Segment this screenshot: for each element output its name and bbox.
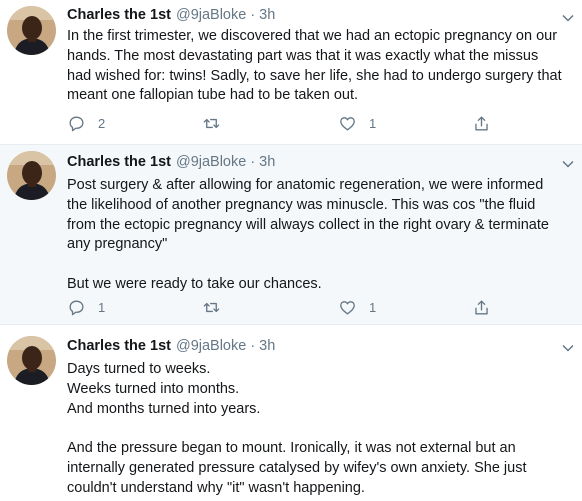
tweet-line: internally generated pressure catalysed … xyxy=(67,459,527,476)
user-handle[interactable]: @9jaBloke xyxy=(176,7,246,23)
user-handle[interactable]: @9jaBloke xyxy=(176,154,246,170)
separator: · xyxy=(250,154,256,170)
avatar[interactable] xyxy=(7,151,56,200)
share-icon xyxy=(475,116,488,131)
separator: · xyxy=(250,7,256,23)
tweet-line: And the pressure began to mount. Ironica… xyxy=(67,440,516,457)
reply-button[interactable]: 2 xyxy=(67,114,105,133)
tweet-line: the likelihood of another pregnancy was … xyxy=(67,196,536,213)
timestamp[interactable]: 3h xyxy=(259,338,275,354)
chevron-down-icon[interactable] xyxy=(562,344,574,352)
tweet-line: any pregnancy" xyxy=(67,236,168,253)
retweet-button[interactable] xyxy=(202,298,221,317)
share-button[interactable] xyxy=(472,114,491,133)
display-name[interactable]: Charles the 1st xyxy=(67,7,171,23)
tweet-text: Days turned to weeks. Weeks turned into … xyxy=(67,360,579,499)
reply-count: 1 xyxy=(98,300,106,315)
tweet-header: Charles the 1st @9jaBloke · 3h xyxy=(67,338,572,354)
like-count: 1 xyxy=(369,300,377,315)
tweet[interactable]: Charles the 1st @9jaBloke · 3h Days turn… xyxy=(0,324,582,501)
tweet[interactable]: Charles the 1st @9jaBloke · 3h In the fi… xyxy=(0,0,582,144)
reply-button[interactable]: 1 xyxy=(67,298,105,317)
separator: · xyxy=(250,338,256,354)
tweet-line: meant one fallopian tube had to be taken… xyxy=(67,87,359,104)
tweet-line: had wished for: twins! Sadly, to save he… xyxy=(67,67,562,84)
reply-count: 2 xyxy=(98,116,106,131)
tweet-line: And months turned into years. xyxy=(67,400,261,417)
tweet-line: Post surgery & after allowing for anatom… xyxy=(67,177,544,193)
timestamp[interactable]: 3h xyxy=(259,7,275,23)
user-handle[interactable]: @9jaBloke xyxy=(176,338,246,354)
timestamp[interactable]: 3h xyxy=(259,154,275,170)
retweet-icon xyxy=(203,302,220,313)
tweet-header: Charles the 1st @9jaBloke · 3h xyxy=(67,154,572,170)
like-icon xyxy=(340,301,355,315)
avatar[interactable] xyxy=(7,336,56,385)
tweet-line: from the ectopic pregnancy will always c… xyxy=(67,216,549,233)
like-icon xyxy=(340,117,355,131)
like-button[interactable]: 1 xyxy=(338,114,376,133)
tweet-line: But we were ready to take our chances. xyxy=(67,275,322,292)
share-button[interactable] xyxy=(472,298,491,317)
tweet-actions: 1 1 xyxy=(67,298,497,318)
chevron-down-icon[interactable] xyxy=(562,160,574,168)
tweet-text: Post surgery & after allowing for anatom… xyxy=(67,176,579,295)
like-count: 1 xyxy=(369,116,377,131)
tweet-header: Charles the 1st @9jaBloke · 3h xyxy=(67,7,572,23)
tweet-line: couldn't understand why "it" wasn't happ… xyxy=(67,479,365,496)
tweet-line: hands. The most devastating part was tha… xyxy=(67,47,539,64)
tweet-text: In the first trimester, we discovered th… xyxy=(67,27,579,106)
avatar[interactable] xyxy=(7,6,56,55)
share-icon xyxy=(475,300,488,315)
reply-icon xyxy=(69,300,84,316)
like-button[interactable]: 1 xyxy=(338,298,376,317)
chevron-down-icon[interactable] xyxy=(562,14,574,22)
tweet-actions: 2 1 xyxy=(67,114,497,134)
display-name[interactable]: Charles the 1st xyxy=(67,154,171,170)
display-name[interactable]: Charles the 1st xyxy=(67,338,171,354)
reply-icon xyxy=(69,116,84,132)
tweet-line: Days turned to weeks. xyxy=(67,361,211,377)
tweet[interactable]: Charles the 1st @9jaBloke · 3h Post surg… xyxy=(0,144,582,324)
retweet-button[interactable] xyxy=(202,114,221,133)
retweet-icon xyxy=(203,118,220,129)
tweet-line: In the first trimester, we discovered th… xyxy=(67,28,558,44)
tweet-line: Weeks turned into months. xyxy=(67,380,240,397)
